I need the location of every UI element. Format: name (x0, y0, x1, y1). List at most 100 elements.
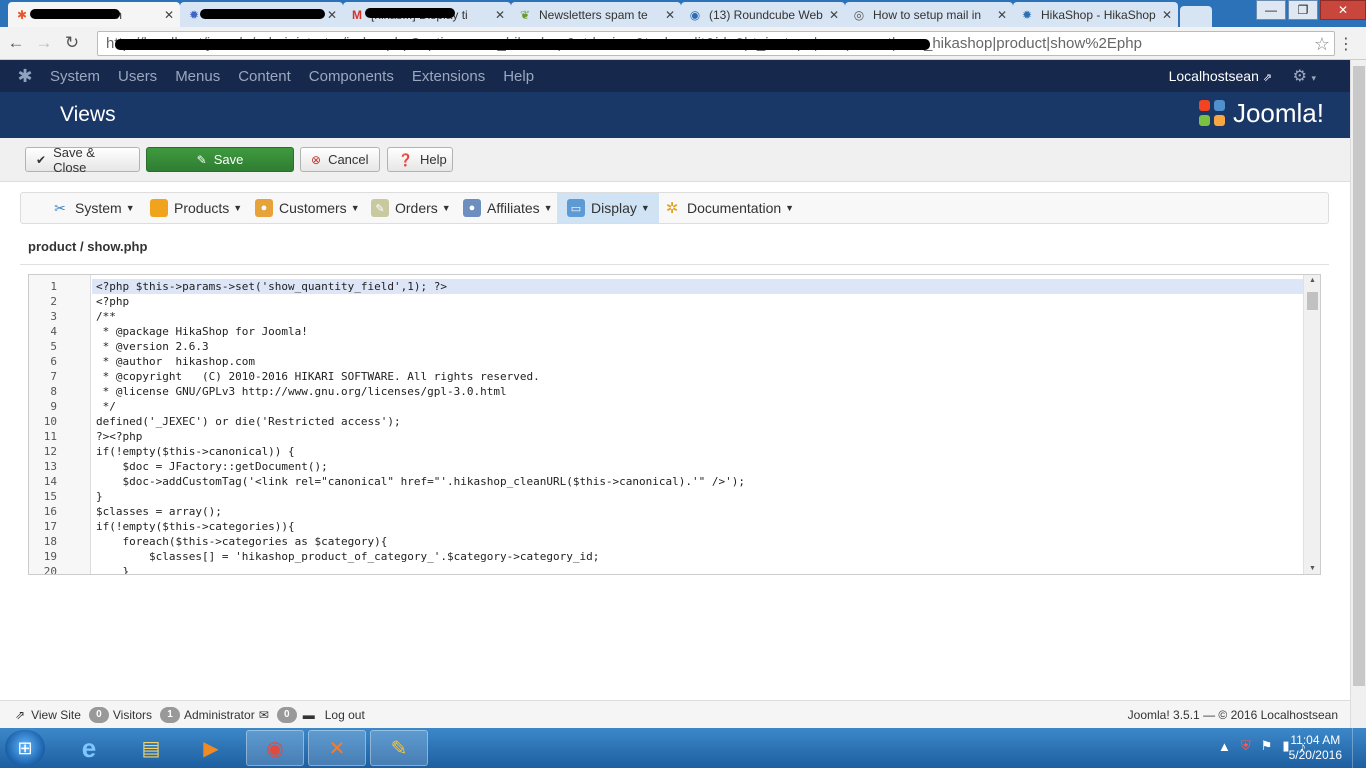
code-text[interactable]: /** (92, 309, 1303, 324)
bookmark-star-icon[interactable]: ☆ (1314, 34, 1330, 55)
code-line[interactable]: 16 $classes = array(); (29, 504, 1303, 519)
gear-icon[interactable]: ⚙ ▾ (1293, 66, 1316, 86)
cancel-button[interactable]: ⊗ Cancel (300, 147, 380, 172)
nav-components[interactable]: Components (309, 68, 394, 85)
hikashop-menu-system[interactable]: ✂ System ▼ (41, 193, 144, 223)
messages-status[interactable]: 0 ▬ (276, 706, 315, 723)
joomla-logo-icon[interactable]: ✱ (0, 66, 50, 87)
code-text[interactable]: * @license GNU/GPLv3 http://www.gnu.org/… (92, 384, 1303, 399)
browser-tab-7[interactable]: ✹ HikaShop - HikaShop ✕ (1013, 2, 1178, 27)
new-tab-button[interactable] (1180, 6, 1212, 27)
hikashop-menu-products[interactable]: Products ▼ (140, 193, 251, 223)
code-line[interactable]: 1 <?php $this->params->set('show_quantity… (29, 279, 1303, 294)
nav-extensions[interactable]: Extensions (412, 68, 485, 85)
code-line[interactable]: 3 /** (29, 309, 1303, 324)
code-line[interactable]: 11 ?><?php (29, 429, 1303, 444)
nav-content[interactable]: Content (238, 68, 291, 85)
ie-icon[interactable]: e (60, 730, 118, 766)
reload-icon[interactable]: ↻ (60, 33, 84, 53)
page-scrollbar[interactable] (1350, 60, 1366, 728)
browser-menu-icon[interactable]: ⋮ (1338, 34, 1354, 54)
tray-expand-icon[interactable]: ▲ (1218, 739, 1231, 754)
close-icon[interactable]: ✕ (829, 8, 839, 22)
close-icon[interactable]: ✕ (665, 8, 675, 22)
code-text[interactable]: <?php $this->params->set('show_quantity_… (92, 279, 1303, 294)
paint-icon[interactable]: ✎ (370, 730, 428, 766)
antivirus-icon[interactable]: ⛨ (1241, 738, 1251, 754)
editor-scrollbar[interactable]: ▲ ▼ (1303, 275, 1320, 574)
code-text[interactable]: * @version 2.6.3 (92, 339, 1303, 354)
code-text[interactable]: } (92, 489, 1303, 504)
code-line[interactable]: 8 * @license GNU/GPLv3 http://www.gnu.or… (29, 384, 1303, 399)
code-text[interactable]: */ (92, 399, 1303, 414)
code-text[interactable]: defined('_JEXEC') or die('Restricted acc… (92, 414, 1303, 429)
close-window-button[interactable]: ✕ (1320, 0, 1366, 20)
explorer-icon[interactable]: ▤ (122, 730, 180, 766)
code-line[interactable]: 20 } (29, 564, 1303, 574)
hikashop-menu-affiliates[interactable]: ● Affiliates ▼ (453, 193, 562, 223)
save-button[interactable]: ✎ Save (146, 147, 294, 172)
code-line[interactable]: 4 * @package HikaShop for Joomla! (29, 324, 1303, 339)
logout-link[interactable]: Log out (325, 708, 365, 722)
view-site-link[interactable]: ⇗ View Site (15, 708, 81, 722)
show-desktop-button[interactable] (1352, 728, 1366, 768)
xampp-icon[interactable]: ✕ (308, 730, 366, 766)
code-line[interactable]: 19 $classes[] = 'hikashop_product_of_cat… (29, 549, 1303, 564)
nav-system[interactable]: System (50, 68, 100, 85)
minimize-button[interactable]: — (1256, 0, 1286, 20)
hikashop-menu-documentation[interactable]: ✲ Documentation ▼ (653, 193, 803, 223)
code-text[interactable]: $doc = JFactory::getDocument(); (92, 459, 1303, 474)
code-line[interactable]: 17 if(!empty($this->categories)){ (29, 519, 1303, 534)
save-close-button[interactable]: ✔ Save & Close (25, 145, 140, 175)
clock[interactable]: 11:04 AM 5/20/2016 (1289, 733, 1342, 763)
chrome-icon[interactable]: ◉ (246, 730, 304, 766)
code-text[interactable]: $classes = array(); (92, 504, 1303, 519)
nav-menus[interactable]: Menus (175, 68, 220, 85)
code-line[interactable]: 9 */ (29, 399, 1303, 414)
browser-tab-6[interactable]: ◎ How to setup mail in ✕ (845, 2, 1013, 27)
close-icon[interactable]: ✕ (495, 8, 505, 22)
code-line[interactable]: 2 <?php (29, 294, 1303, 309)
code-line[interactable]: 14 $doc->addCustomTag('<link rel="canoni… (29, 474, 1303, 489)
forward-icon[interactable]: → (32, 33, 56, 53)
browser-tab-4[interactable]: ❦ Newsletters spam te ✕ (511, 2, 681, 27)
code-text[interactable]: ?><?php (92, 429, 1303, 444)
code-text[interactable]: } (92, 564, 1303, 574)
code-line[interactable]: 15} (29, 489, 1303, 504)
code-line[interactable]: 12 if(!empty($this->canonical)) { (29, 444, 1303, 459)
scroll-down-icon[interactable]: ▼ (1304, 565, 1320, 572)
code-text[interactable]: foreach($this->categories as $category){ (92, 534, 1303, 549)
code-text[interactable]: * @copyright (C) 2010-2016 HIKARI SOFTWA… (92, 369, 1303, 384)
maximize-button[interactable]: ❐ (1288, 0, 1318, 20)
code-line[interactable]: 18 foreach($this->categories as $categor… (29, 534, 1303, 549)
code-text[interactable]: * @package HikaShop for Joomla! (92, 324, 1303, 339)
hikashop-menu-customers[interactable]: ● Customers ▼ (245, 193, 369, 223)
code-line[interactable]: 7 * @copyright (C) 2010-2016 HIKARI SOFT… (29, 369, 1303, 384)
code-line[interactable]: 10 defined('_JEXEC') or die('Restricted a… (29, 414, 1303, 429)
hikashop-menu-orders[interactable]: ✎ Orders ▼ (361, 193, 460, 223)
nav-users[interactable]: Users (118, 68, 157, 85)
code-text[interactable]: $classes[] = 'hikashop_product_of_catego… (92, 549, 1303, 564)
page-scrollbar-thumb[interactable] (1353, 66, 1365, 686)
close-icon[interactable]: ✕ (997, 8, 1007, 22)
close-icon[interactable]: ✕ (1162, 8, 1172, 22)
code-line[interactable]: 5 * @version 2.6.3 (29, 339, 1303, 354)
code-text[interactable]: $doc->addCustomTag('<link rel="canonical… (92, 474, 1303, 489)
browser-tab-5[interactable]: ◉ (13) Roundcube Web ✕ (681, 2, 845, 27)
code-text[interactable]: if(!empty($this->categories)){ (92, 519, 1303, 534)
help-button[interactable]: ❓ Help (387, 147, 453, 172)
site-link[interactable]: Localhostsean ⇗ (1169, 68, 1272, 84)
windows-start-icon[interactable]: ⊞ (5, 730, 45, 766)
nav-help[interactable]: Help (503, 68, 534, 85)
scroll-up-icon[interactable]: ▲ (1304, 277, 1320, 284)
scrollbar-thumb[interactable] (1307, 292, 1318, 310)
code-line[interactable]: 13 $doc = JFactory::getDocument(); (29, 459, 1303, 474)
media-player-icon[interactable]: ▶ (182, 730, 240, 766)
code-text[interactable]: <?php (92, 294, 1303, 309)
hikashop-menu-display[interactable]: ▭ Display ▼ (557, 193, 659, 223)
flag-icon[interactable]: ⚑ (1261, 738, 1273, 754)
close-icon[interactable]: ✕ (164, 8, 174, 22)
code-text[interactable]: if(!empty($this->canonical)) { (92, 444, 1303, 459)
code-line[interactable]: 6 * @author hikashop.com (29, 354, 1303, 369)
code-text[interactable]: * @author hikashop.com (92, 354, 1303, 369)
